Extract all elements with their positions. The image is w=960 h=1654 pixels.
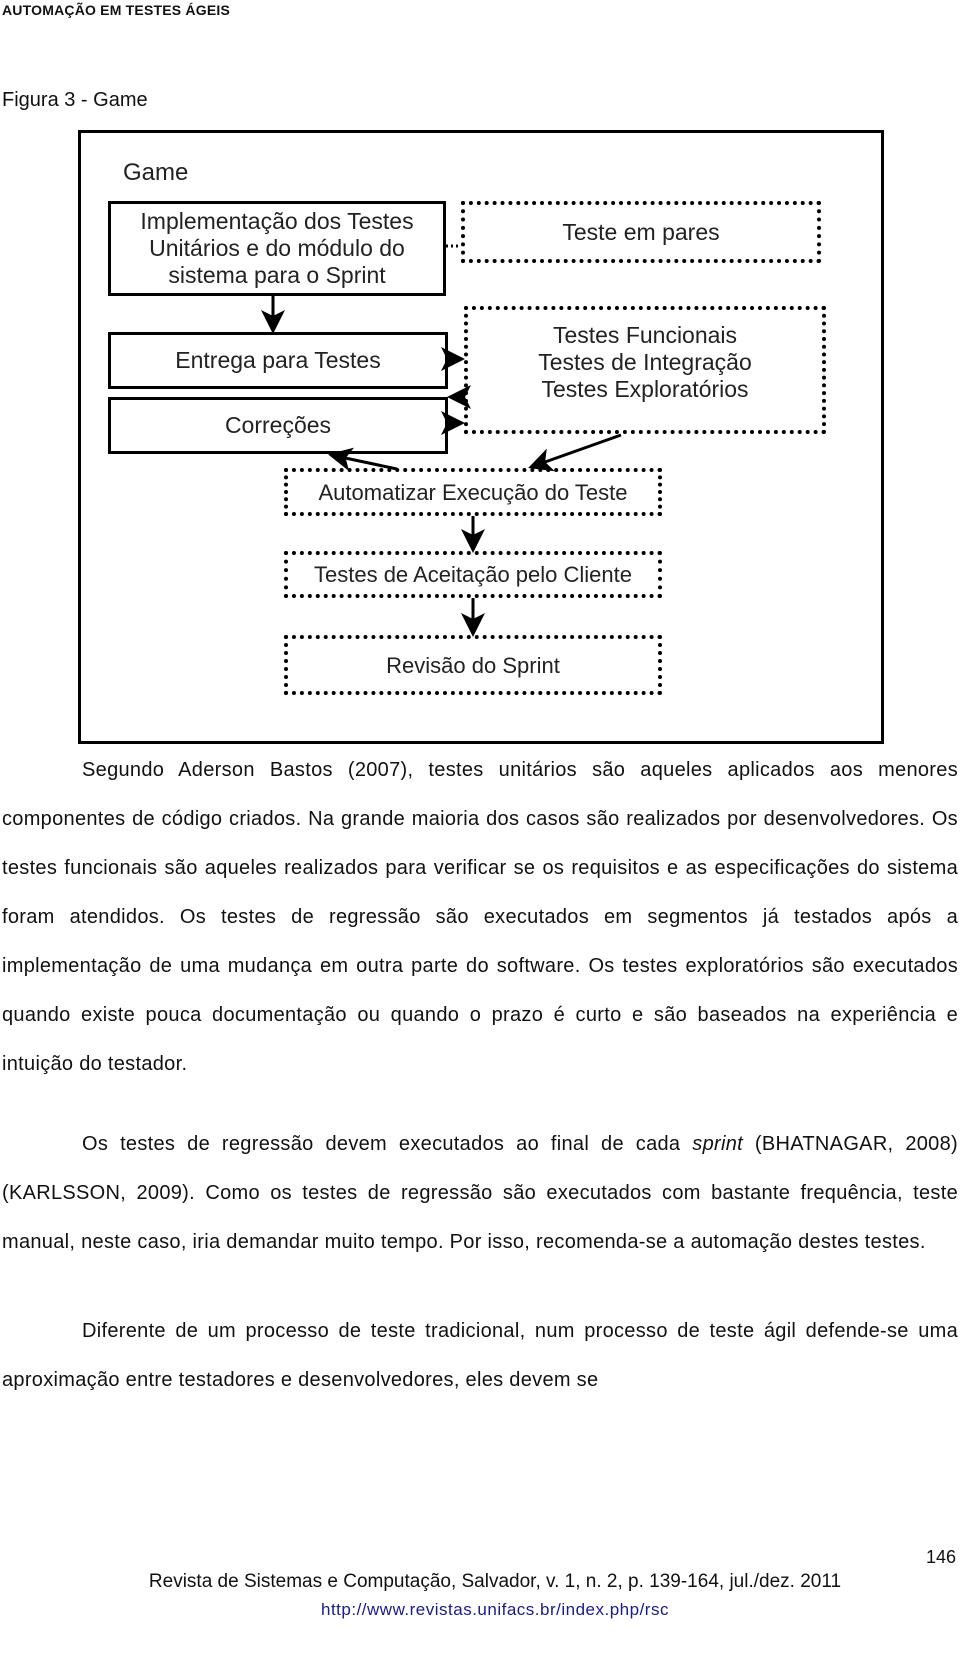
journal-url-link[interactable]: http://www.revistas.unifacs.br/index.php… [0,1600,960,1620]
node-label: Correções [224,412,332,438]
node-label: Automatizar Execução do Teste [318,479,628,505]
italic-term: sprint [692,1133,743,1155]
diagram-title: Game [123,159,189,186]
node-automatizar-execucao: Automatizar Execução do Teste [284,468,662,516]
node-correcoes: Correções [108,397,448,454]
paragraph-text: Segundo Aderson Bastos (2007), testes un… [2,759,958,1075]
node-label: Teste em pares [562,218,720,245]
node-testes-aceitacao: Testes de Aceitação pelo Cliente [284,551,662,598]
paragraph-text: Diferente de um processo de teste tradic… [2,1320,958,1391]
paragraph-text: Os testes de regressão devem executados … [82,1133,693,1155]
node-label: Entrega para Testes [175,347,381,373]
node-revisao-sprint: Revisão do Sprint [284,635,662,695]
journal-citation: Revista de Sistemas e Computação, Salvad… [148,1571,842,1592]
node-entrega-para-testes: Entrega para Testes [108,332,448,389]
node-testes-funcionais: Testes Funcionais Testes de Integração T… [464,306,826,434]
page-number: 146 [925,1547,956,1567]
node-label: Testes Funcionais Testes de Integração T… [538,322,752,402]
node-label: Revisão do Sprint [386,652,560,678]
node-implementacao: Implementação dos Testes Unitários e do … [108,201,446,296]
node-teste-em-pares: Teste em pares [461,201,821,263]
node-label: Implementação dos Testes Unitários e do … [140,208,414,288]
node-label: Testes de Aceitação pelo Cliente [314,562,632,587]
game-diagram: Game Implementação dos Testes Unitários … [78,130,884,744]
paragraph-1: Segundo Aderson Bastos (2007), testes un… [2,746,958,1089]
edge-funcionais-to-automatizar [528,433,622,472]
edge-automatizar-to-correcoes [328,447,398,472]
paragraph-2: Os testes de regressão devem executados … [2,1120,958,1267]
paragraph-3: Diferente de um processo de teste tradic… [2,1307,958,1405]
figure-caption: Figura 3 - Game [2,89,148,111]
running-title: AUTOMAÇÃO EM TESTES ÁGEIS [2,2,230,18]
